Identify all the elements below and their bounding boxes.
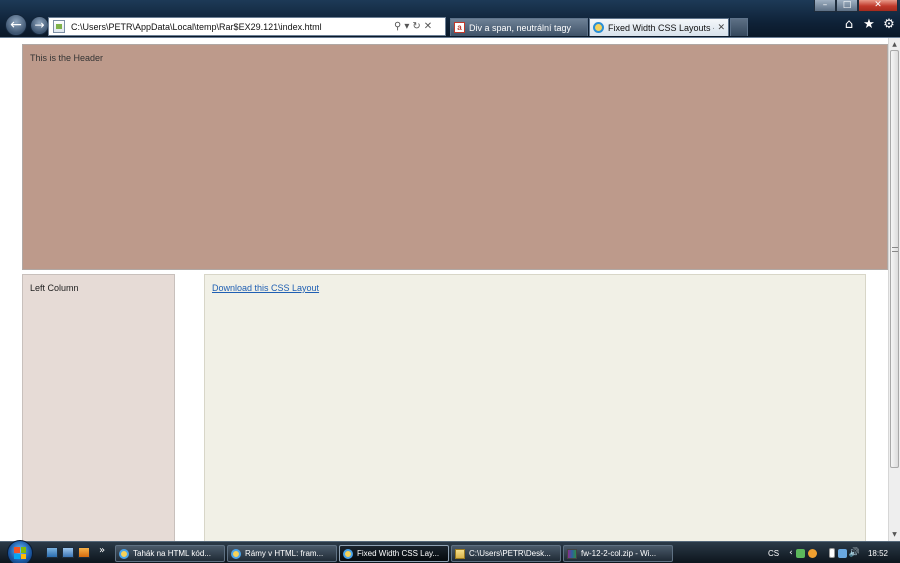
tab-label: Fixed Width CSS Layouts - 2... [608, 22, 714, 33]
header-text: This is the Header [30, 53, 104, 63]
taskbar-button[interactable]: Rámy v HTML: fram... [227, 545, 337, 562]
avast-icon[interactable] [807, 548, 817, 558]
system-tray: CS ‹ 🔊 18:52 [760, 542, 900, 563]
red-page-icon: a [454, 22, 465, 33]
main-column: Download this CSS Layout [204, 274, 866, 541]
address-bar[interactable]: C:\Users\PETR\AppData\Local\temp\Rar$EX2… [48, 17, 446, 36]
language-indicator[interactable]: CS [768, 549, 779, 558]
volume-icon[interactable]: 🔊 [849, 548, 860, 558]
page-icon [53, 20, 65, 33]
favorites-star-icon[interactable]: ★ [862, 17, 876, 33]
media-player-icon[interactable] [78, 547, 90, 558]
tray-chevron-icon[interactable]: ‹ [789, 548, 793, 558]
chevron-down-icon[interactable]: ▾ [404, 21, 409, 32]
taskbar-button-label: C:\Users\PETR\Desk... [469, 549, 551, 558]
left-column-text: Left Column [30, 283, 79, 293]
taskbar-button[interactable]: Tahák na HTML kód... [115, 545, 225, 562]
back-button[interactable]: ← [5, 14, 27, 36]
close-window-button[interactable]: ✕ [858, 0, 898, 12]
folder-icon [455, 548, 465, 559]
taskbar-button-label: Rámy v HTML: fram... [245, 549, 324, 558]
new-tab-button[interactable] [730, 18, 748, 36]
tab-fixed-width-css-layouts[interactable]: Fixed Width CSS Layouts - 2... ✕ [589, 18, 729, 36]
stop-icon[interactable]: ✕ [424, 21, 432, 32]
ie-icon [343, 548, 353, 559]
scroll-up-arrow-icon[interactable]: ▲ [889, 39, 900, 50]
winrar-icon [567, 548, 577, 559]
tools-gear-icon[interactable]: ⚙ [882, 17, 896, 33]
taskbar-button-active[interactable]: Fixed Width CSS Lay... [339, 545, 449, 562]
page-viewport: This is the Header Left Column Download … [0, 38, 888, 541]
taskbar-button[interactable]: fw-12-2-col.zip - Wi... [563, 545, 673, 562]
home-icon[interactable]: ⌂ [842, 17, 856, 33]
windows-logo-icon [14, 547, 26, 559]
switch-windows-icon[interactable] [62, 547, 74, 558]
start-button[interactable] [7, 540, 33, 563]
taskbar-button-label: fw-12-2-col.zip - Wi... [581, 549, 657, 558]
quicklaunch-more-icon[interactable]: » [99, 545, 105, 556]
network-monitor-icon[interactable] [795, 548, 805, 558]
show-desktop-icon[interactable] [46, 547, 58, 558]
scroll-down-arrow-icon[interactable]: ▼ [889, 529, 900, 540]
forward-button[interactable]: → [30, 16, 49, 35]
ie-icon [231, 548, 241, 559]
layout-header: This is the Header [22, 44, 888, 270]
ie-icon [119, 548, 129, 559]
vertical-scrollbar[interactable]: ▲ ▼ [888, 38, 900, 541]
minimize-button[interactable]: – [814, 0, 836, 12]
taskbar: » Tahák na HTML kód... Rámy v HTML: fram… [0, 540, 900, 563]
ie-icon [593, 22, 604, 33]
left-column: Left Column [22, 274, 175, 541]
battery-icon[interactable] [828, 548, 835, 558]
close-tab-icon[interactable]: ✕ [717, 23, 725, 33]
taskbar-button[interactable]: C:\Users\PETR\Desk... [451, 545, 561, 562]
scrollbar-thumb[interactable] [890, 50, 899, 468]
window-caption-buttons: – □ ✕ [814, 0, 898, 12]
tab-label: Div a span, neutrální tagy [469, 22, 572, 33]
browser-chrome: – □ ✕ ← → C:\Users\PETR\AppData\Local\te… [0, 0, 900, 38]
search-icon[interactable]: ⚲ [394, 21, 401, 32]
thumb-grip-icon [892, 247, 898, 252]
address-text[interactable]: C:\Users\PETR\AppData\Local\temp\Rar$EX2… [71, 22, 391, 32]
maximize-button[interactable]: □ [836, 0, 858, 12]
taskbar-button-label: Tahák na HTML kód... [133, 549, 211, 558]
command-bar: ⌂ ★ ⚙ [842, 17, 896, 33]
download-layout-link[interactable]: Download this CSS Layout [212, 283, 319, 293]
clock[interactable]: 18:52 [868, 549, 888, 558]
tab-div-a-span[interactable]: a Div a span, neutrální tagy [450, 18, 588, 36]
refresh-icon[interactable]: ↻ [412, 21, 420, 32]
network-icon[interactable] [837, 548, 847, 558]
taskbar-button-label: Fixed Width CSS Lay... [357, 549, 440, 558]
